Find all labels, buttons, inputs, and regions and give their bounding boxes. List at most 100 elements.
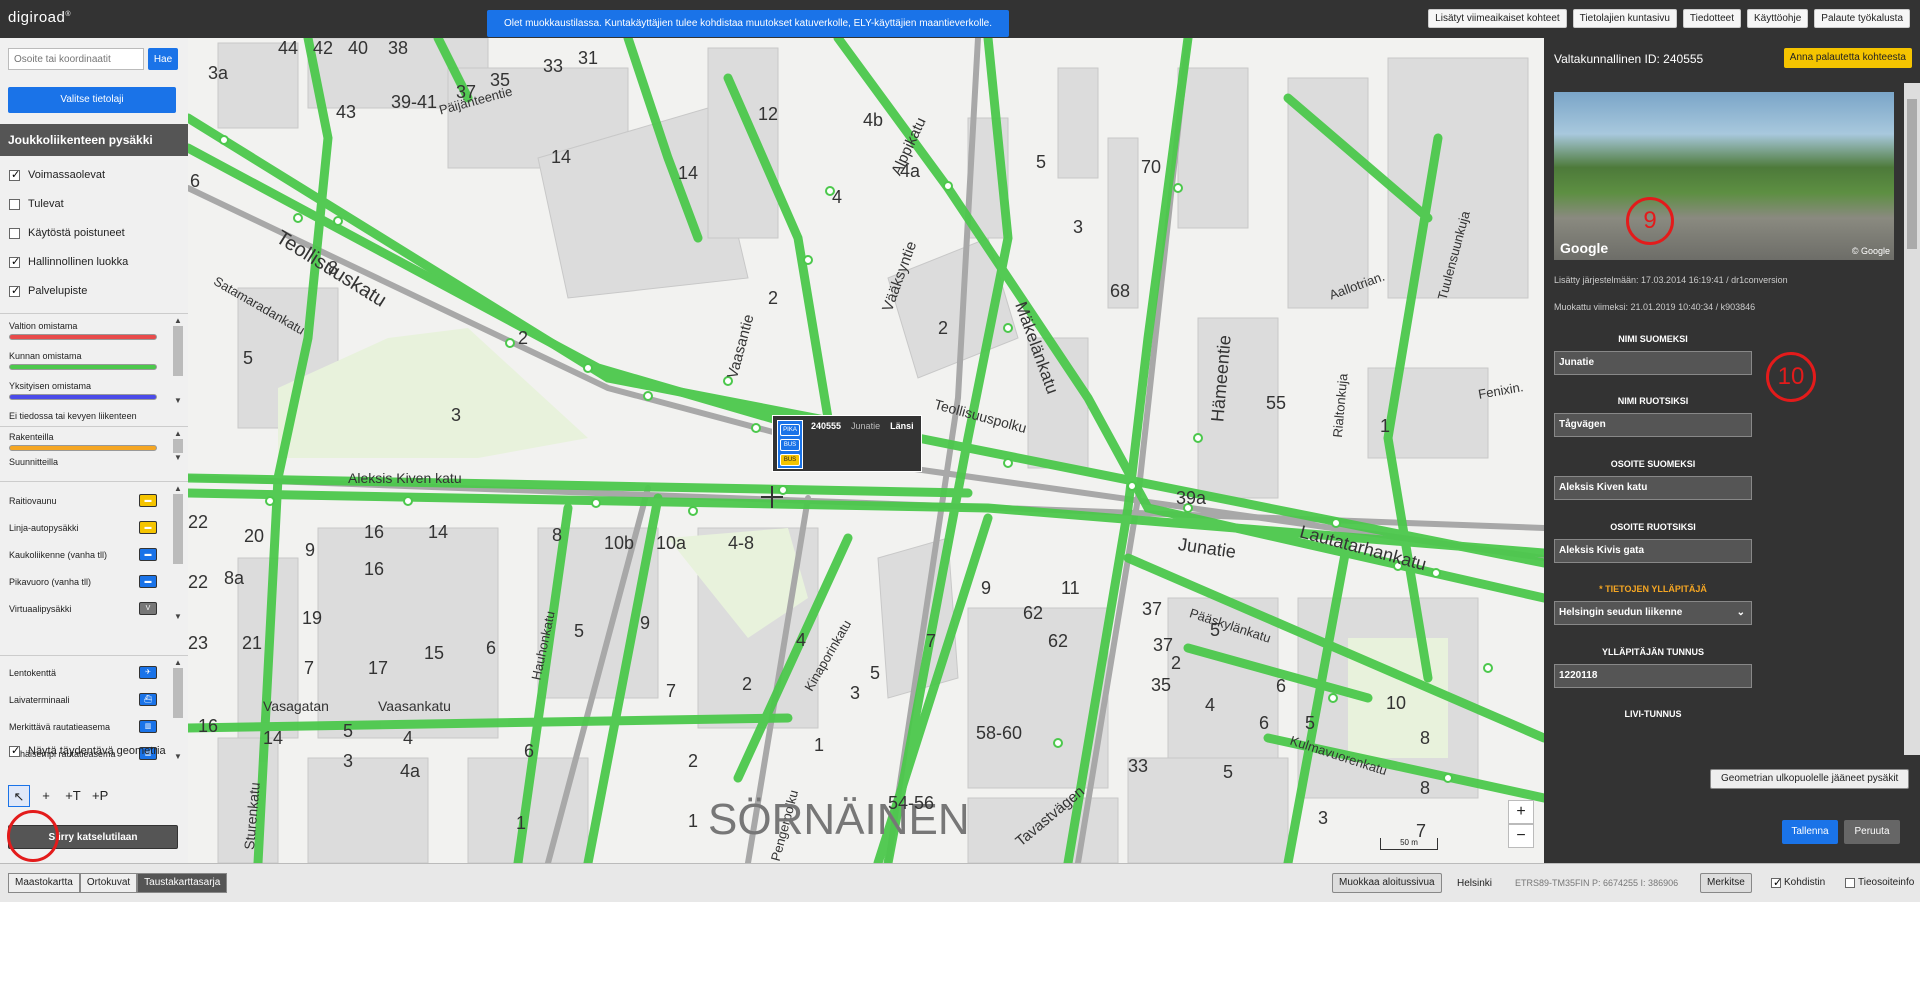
house-number: 44 — [278, 38, 299, 58]
house-number: 10a — [656, 533, 687, 553]
legend-scrollbar[interactable]: ▲ ▼ — [171, 316, 185, 406]
filter-future[interactable]: Tulevat — [9, 198, 64, 210]
filter-valid[interactable]: Voimassaolevat — [9, 168, 105, 181]
annotation-circle — [7, 810, 59, 862]
center-checkbox[interactable]: Kohdistin — [1771, 876, 1826, 889]
name-fi-input[interactable]: Junatie — [1554, 351, 1752, 375]
checkbox-icon[interactable] — [9, 255, 20, 268]
user-guide-link[interactable]: Käyttöohje — [1747, 9, 1809, 28]
layer-title: Joukkoliikenteen pysäkki — [0, 124, 188, 156]
annotation-9: 9 — [1626, 197, 1674, 245]
checkbox-icon[interactable] — [9, 198, 20, 210]
zoom-in-button[interactable]: + — [1508, 800, 1534, 824]
tab-background-map[interactable]: Taustakarttasarja — [137, 873, 228, 893]
filter-service-point[interactable]: Palvelupiste — [9, 284, 87, 297]
add-stop-tool[interactable]: + — [35, 785, 57, 807]
road-address-label: Tieosoiteinfo — [1858, 877, 1915, 888]
construction-scrollbar[interactable]: ▲ ▼ — [171, 429, 185, 463]
stop-id: 240555 — [811, 421, 842, 431]
municipality-page-link[interactable]: Tietolajien kuntasivu — [1572, 9, 1677, 28]
checkbox-icon[interactable] — [9, 227, 20, 239]
house-number: 7 — [304, 658, 315, 678]
map-view[interactable]: Teollisuuskatu Aleksis Kiven katu Hämeen… — [188, 38, 1544, 863]
house-number: 31 — [578, 48, 599, 68]
house-number: 1 — [1380, 416, 1391, 436]
checkbox-icon[interactable] — [9, 284, 20, 297]
filter-admin-class[interactable]: Hallinnollinen luokka — [9, 255, 128, 268]
stop-popup-text: 240555 Junatie Länsi — [811, 421, 914, 431]
house-number: 16 — [198, 716, 219, 736]
feedback-tool-link[interactable]: Palaute työkalusta — [1814, 9, 1910, 28]
tab-orthophotos[interactable]: Ortokuvat — [79, 873, 138, 893]
house-number: 4b — [863, 110, 884, 130]
edit-tools: ↖ + +T +P — [8, 785, 111, 807]
checkbox-icon[interactable] — [9, 168, 20, 181]
select-tool-icon[interactable]: ↖ — [8, 785, 30, 807]
street-view-image[interactable]: Google © Google 9 — [1554, 92, 1894, 260]
modified-info: Muokattu viimeksi: 21.01.2019 10:40:34 /… — [1554, 302, 1756, 312]
add-service-point-tool[interactable]: +P — [89, 785, 111, 807]
house-number: 17 — [368, 658, 389, 678]
stop-popup[interactable]: PIKA BUS BUS 240555 Junatie Länsi — [772, 415, 922, 472]
house-number: 8 — [1420, 778, 1431, 798]
supplementary-geometry-toggle[interactable]: Näytä täydentävä geometria — [9, 744, 166, 757]
tab-terrain-map[interactable]: Maastokartta — [8, 873, 80, 893]
street-label: Vaasankatu — [378, 698, 451, 714]
field-label-required: * TIETOJEN YLLÄPITÄJÄ — [1599, 584, 1707, 594]
edit-mode-notice: Olet muokkaustilassa. Kuntakäyttäjien tu… — [487, 10, 1009, 37]
house-number: 16 — [364, 522, 385, 542]
house-number: 1 — [814, 735, 825, 755]
house-number: 3a — [208, 63, 229, 83]
digiroad-logo[interactable]: digiroad® — [8, 9, 71, 26]
checkbox-icon[interactable] — [1845, 877, 1855, 888]
save-button[interactable]: Tallenna — [1782, 820, 1838, 844]
name-sv-input[interactable]: Tågvägen — [1554, 413, 1752, 437]
select-layer-button[interactable]: Valitse tietolaji — [8, 87, 176, 113]
edit-home-button[interactable]: Muokkaa aloitussivua — [1332, 873, 1442, 893]
house-number: 4 — [403, 728, 414, 748]
house-number: 62 — [1023, 603, 1044, 623]
maintainer-select[interactable]: Helsingin seudun liikenne ⌄ — [1554, 601, 1752, 625]
feedback-button[interactable]: Anna palautetta kohteesta — [1783, 48, 1912, 68]
house-number: 4a — [900, 161, 921, 181]
house-number: 58-60 — [976, 723, 1023, 743]
cancel-button[interactable]: Peruuta — [1844, 820, 1900, 844]
orphan-stops-button[interactable]: Geometrian ulkopuolelle jääneet pysäkit — [1710, 769, 1910, 789]
maintainer-id-input[interactable]: 1220118 — [1554, 664, 1752, 688]
address-sv-input[interactable]: Aleksis Kivis gata — [1554, 539, 1752, 563]
annotation-10: 10 — [1766, 352, 1816, 402]
right-panel-scrollbar[interactable] — [1904, 83, 1920, 755]
checkbox-icon[interactable] — [9, 744, 20, 757]
house-number: 21 — [242, 633, 263, 653]
zoom-out-button[interactable]: − — [1508, 824, 1534, 848]
add-terminal-tool[interactable]: +T — [62, 785, 84, 807]
top-links: Lisätyt viimeaikaiset kohteet Tietolajie… — [1428, 9, 1910, 28]
bottom-bar: Maastokartta Ortokuvat Taustakarttasarja… — [0, 863, 1920, 902]
announcements-link[interactable]: Tiedotteet — [1682, 9, 1742, 28]
legend-airport: Lentokenttä ✈ — [9, 666, 157, 679]
house-number: 42 — [313, 38, 334, 58]
house-number: 6 — [524, 741, 535, 761]
road-address-checkbox[interactable]: Tieosoiteinfo — [1845, 877, 1914, 888]
right-panel: Valtakunnallinen ID: 240555 Anna palaute… — [1544, 38, 1920, 863]
center-checkbox-label: Kohdistin — [1784, 877, 1826, 888]
address-fi-input[interactable]: Aleksis Kiven katu — [1554, 476, 1752, 500]
checkbox-icon[interactable] — [1771, 876, 1782, 889]
recent-items-link[interactable]: Lisätyt viimeaikaiset kohteet — [1428, 9, 1567, 28]
bus-icon: ▬ — [139, 521, 157, 534]
house-number: 2 — [742, 674, 753, 694]
national-id: Valtakunnallinen ID: 240555 — [1554, 52, 1704, 66]
filter-removed[interactable]: Käytöstä poistuneet — [9, 227, 125, 239]
scroll-thumb[interactable] — [1907, 99, 1917, 249]
search-input[interactable] — [8, 48, 144, 70]
search-button[interactable]: Hae — [148, 48, 178, 70]
stop-type-scrollbar[interactable]: ▲ ▼ — [171, 484, 185, 622]
search-row: Hae — [8, 48, 178, 70]
house-number: 2 — [1171, 653, 1182, 673]
station-scrollbar[interactable]: ▲ ▼ — [171, 658, 185, 762]
left-panel: Hae Valitse tietolaji Joukkoliikenteen p… — [0, 38, 188, 863]
legend-virtual: Virtuaalipysäkki V — [9, 602, 157, 615]
legend-unknown: Ei tiedossa tai kevyen liikenteen — [9, 411, 137, 421]
house-number: 9 — [981, 578, 992, 598]
mark-button[interactable]: Merkitse — [1700, 873, 1752, 893]
